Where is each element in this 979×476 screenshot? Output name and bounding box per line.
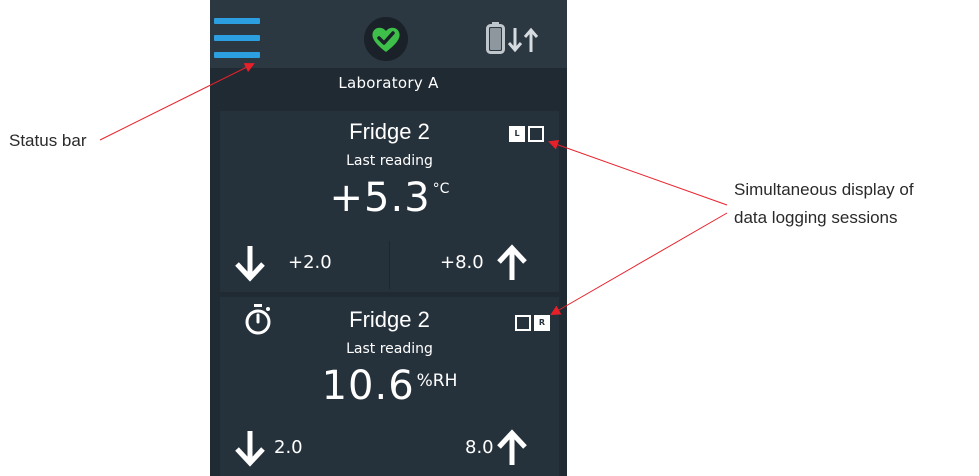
sessions-annotation-line1: Simultaneous display of — [734, 180, 914, 199]
reading-value: 10.6 %RH — [220, 363, 559, 409]
session-badge-left — [515, 315, 531, 331]
session-badges: L — [509, 126, 547, 145]
last-reading-label: Last reading — [346, 153, 433, 169]
device-screen: Laboratory A Fridge 2 L Last reading +5.… — [210, 0, 567, 476]
status-bar-annotation: Status bar — [9, 131, 87, 150]
session-badge-right — [528, 126, 544, 142]
reading-number: +5.3 — [329, 175, 431, 221]
low-limit: 2.0 — [274, 437, 303, 458]
limit-divider — [389, 241, 390, 289]
location-label: Laboratory A — [338, 74, 439, 92]
arrow-down-icon — [235, 431, 265, 467]
sensor-card-humidity[interactable]: Fridge 2 R Last reading 10.6 %RH 2.0 8.0 — [220, 297, 559, 476]
sensor-card-temperature[interactable]: Fridge 2 L Last reading +5.3 °C +2.0 +8.0 — [220, 111, 559, 292]
status-bar — [210, 0, 567, 68]
last-reading-label: Last reading — [346, 341, 433, 357]
session-callout-top — [548, 139, 728, 206]
sessions-annotation-line2: data logging sessions — [734, 208, 898, 227]
reading-value: +5.3 °C — [220, 175, 559, 221]
battery-icon — [486, 22, 505, 54]
high-limit: +8.0 — [440, 252, 484, 273]
arrow-up-icon — [497, 429, 527, 465]
arrow-down-icon — [235, 246, 265, 282]
session-callout-bottom — [550, 212, 728, 315]
session-badges: R — [515, 315, 553, 334]
reading-unit: °C — [432, 181, 450, 197]
heart-check-icon[interactable] — [364, 17, 408, 61]
reading-unit: %RH — [416, 371, 458, 391]
session-badge-right: R — [534, 315, 550, 331]
down-up-arrows-icon — [507, 27, 539, 53]
hamburger-menu-icon[interactable] — [214, 18, 260, 58]
high-limit: 8.0 — [465, 437, 494, 458]
arrow-up-icon — [497, 244, 527, 280]
session-badge-left: L — [509, 126, 525, 142]
sensor-name: Fridge 2 — [349, 307, 430, 332]
reading-number: 10.6 — [321, 363, 415, 409]
low-limit: +2.0 — [288, 252, 332, 273]
